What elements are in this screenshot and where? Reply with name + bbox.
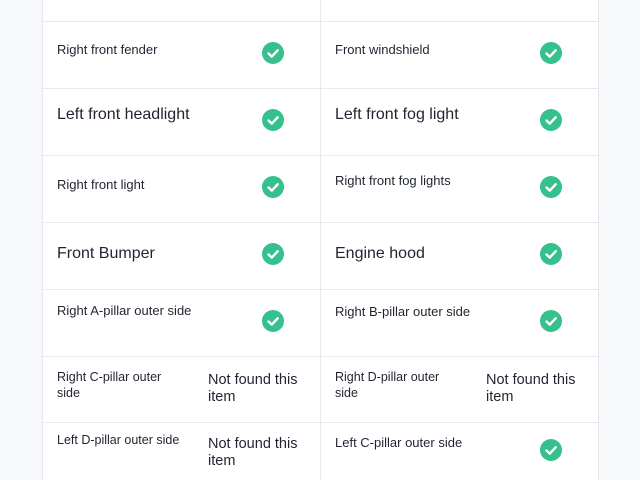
checklist-cell[interactable]: Front Bumper (43, 223, 320, 289)
item-label: Left C-pillar outer side (335, 435, 463, 450)
check-circle-icon (540, 176, 562, 198)
item-label: Right front light (57, 177, 145, 192)
checklist-cell[interactable]: Engine hood (321, 223, 598, 289)
item-label: Right B-pillar outer side (335, 304, 471, 319)
item-label: Engine hood (335, 245, 425, 262)
item-label: Right A-pillar outer side (57, 303, 192, 318)
not-found-status: Not found this item (486, 372, 576, 405)
check-circle-icon (262, 243, 284, 265)
checklist-cell[interactable]: Right front fog lights (321, 156, 598, 222)
table-row: Front Bumper Engine hood (43, 223, 598, 290)
checklist-cell[interactable]: Front windshield (321, 22, 598, 88)
inspection-page: Right front fender Front windshield Left… (0, 0, 640, 480)
item-label: Right D-pillar outer side (335, 370, 440, 400)
check-circle-icon (540, 42, 562, 64)
table-row: Left D-pillar outer side Not found this … (43, 423, 598, 480)
checklist-cell[interactable]: Left front fog light (321, 89, 598, 155)
inspection-checklist-table: Right front fender Front windshield Left… (42, 0, 599, 480)
item-label: Right C-pillar outer side (57, 370, 162, 400)
check-circle-icon (262, 109, 284, 131)
checklist-cell[interactable]: Right front fender (43, 22, 320, 88)
check-circle-icon (540, 243, 562, 265)
checklist-cell[interactable]: Left front headlight (43, 89, 320, 155)
check-circle-icon (540, 439, 562, 461)
item-label: Right front fender (57, 42, 158, 57)
checklist-cell[interactable]: Right A-pillar outer side (43, 290, 320, 356)
check-circle-icon (262, 176, 284, 198)
table-row: Right A-pillar outer side Right B-pillar… (43, 290, 598, 357)
check-circle-icon (262, 310, 284, 332)
table-row: Left front headlight Left front fog ligh… (43, 89, 598, 156)
not-found-status: Not found this item (208, 436, 298, 469)
table-row: Right front fender Front windshield (43, 22, 598, 89)
item-label: Left front fog light (335, 106, 459, 123)
not-found-status: Not found this item (208, 372, 298, 405)
checklist-cell[interactable]: Left D-pillar outer side Not found this … (43, 423, 320, 480)
checklist-cell[interactable]: Right front light (43, 156, 320, 222)
item-label: Left front headlight (57, 106, 190, 123)
item-label: Front Bumper (57, 245, 155, 262)
item-label: Right front fog lights (335, 173, 451, 188)
checklist-cell[interactable]: Right B-pillar outer side (321, 290, 598, 356)
table-row (43, 0, 598, 22)
check-circle-icon (540, 109, 562, 131)
check-circle-icon (540, 310, 562, 332)
item-label: Front windshield (335, 42, 430, 57)
checklist-cell[interactable]: Right D-pillar outer side Not found this… (321, 357, 598, 422)
checklist-cell[interactable]: Left C-pillar outer side (321, 423, 598, 480)
checklist-cell[interactable]: Right C-pillar outer side Not found this… (43, 357, 320, 422)
item-label: Left D-pillar outer side (57, 433, 180, 447)
table-row: Right C-pillar outer side Not found this… (43, 357, 598, 423)
table-row: Right front light Right front fog lights (43, 156, 598, 223)
check-circle-icon (262, 42, 284, 64)
